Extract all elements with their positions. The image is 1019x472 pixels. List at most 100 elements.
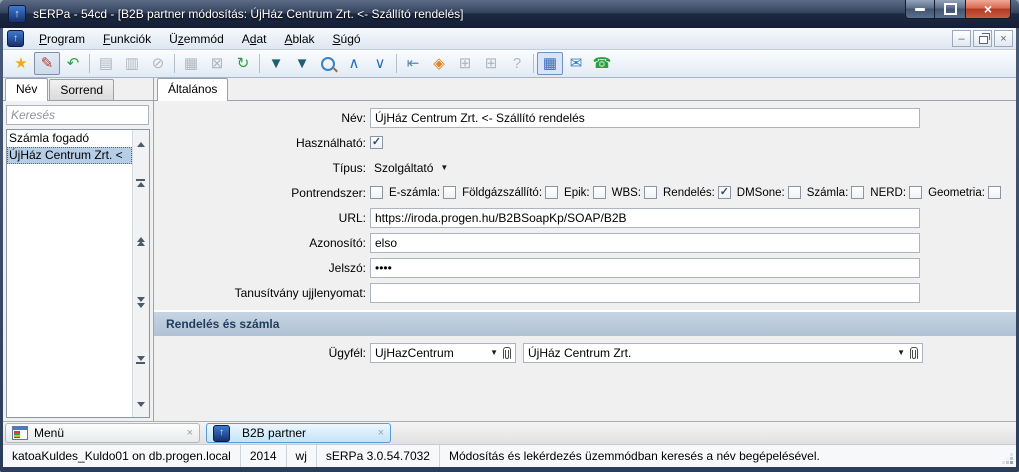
mdi-close-button[interactable]: × [994, 30, 1013, 47]
bottom-tab-menu[interactable]: Menü × [5, 423, 200, 443]
list-item[interactable]: ÚjHáz Centrum Zrt. < [7, 147, 132, 164]
status-version: sERPa 3.0.54.7032 [317, 445, 440, 467]
list-item[interactable]: Számla fogadó [7, 130, 132, 147]
checkbox-label: WBS: [611, 186, 641, 199]
statusbar: katoaKuldes_Kuldo01 on db.progen.local 2… [3, 444, 1016, 467]
checkbox-epik[interactable] [592, 186, 606, 199]
edit-icon[interactable]: ✎ [34, 52, 60, 75]
scroll-page-down-icon[interactable] [134, 296, 147, 309]
menu-item-ablak[interactable]: Ablak [275, 30, 323, 48]
close-button[interactable]: × [965, 0, 1011, 19]
navigate-back-icon[interactable]: ⇤ [400, 52, 426, 75]
checkbox-wbs[interactable] [644, 186, 657, 199]
calculator-icon[interactable]: ▦ [537, 52, 563, 75]
status-connection: katoaKuldes_Kuldo01 on db.progen.local [3, 445, 241, 467]
new-icon[interactable]: ★ [8, 52, 34, 75]
tipus-label: Típus: [332, 160, 366, 175]
left-panel: Név Sorrend Számla fogadóÚjHáz Centrum Z… [3, 78, 154, 421]
checkbox-label: E-számla: [389, 186, 441, 199]
ugyfel-code-dropdown[interactable]: UjHazCentrum ▼ [370, 342, 516, 363]
menu-window-icon [12, 426, 28, 440]
prev-window-icon: ⊞ [458, 55, 472, 72]
checkbox-számla[interactable] [851, 186, 865, 199]
checkbox-e-számla[interactable] [443, 186, 457, 199]
undo-icon[interactable]: ↶ [60, 52, 86, 75]
resize-grip[interactable] [1010, 461, 1013, 464]
menu-item-adat[interactable]: Adat [233, 30, 276, 48]
main-panel-tabs: Általános [154, 78, 1016, 101]
journal-icon: ▥ [124, 55, 140, 72]
partner-listbox[interactable]: Számla fogadó ÚjHáz Centrum Zrt. < [6, 129, 150, 418]
chevron-down-icon[interactable]: ∨ [367, 52, 393, 75]
restore-button[interactable] [935, 0, 965, 19]
mdi-minimize-button[interactable]: – [952, 30, 971, 47]
filter-icon[interactable]: ▼ [263, 52, 289, 75]
close-icon: × [983, 1, 993, 17]
hasznalhato-checkbox[interactable]: ✓ [370, 136, 383, 149]
toolbar-separator [533, 54, 534, 73]
toolbar: ★ ✎ ↶ ▤ ▥ ⊘ ▦ ⊠ ↻ ▼ ▼ ∧ ∨ ⇤ ◈ ⊞ ⊞? ▦ ✉ ☎ [3, 50, 1016, 78]
tipus-dropdown[interactable]: Szolgáltató ▼ [370, 159, 452, 177]
close-tab-icon[interactable]: × [378, 427, 384, 439]
azonosito-input[interactable] [370, 232, 920, 253]
ugyfel-name-dropdown[interactable]: ÚjHáz Centrum Zrt. ▼ [523, 342, 923, 363]
print-icon: ▤ [98, 55, 114, 72]
checkbox-geometria[interactable] [987, 186, 1001, 199]
logo-arrow-glyph: ↑ [13, 32, 18, 44]
checkbox-rendelés[interactable]: ✓ [717, 186, 731, 199]
tab-sorrend[interactable]: Sorrend [49, 79, 115, 100]
attachment-icon: ⊘ [151, 55, 165, 72]
window-title: sERPa - 54cd - [B2B partner módosítás: Ú… [33, 7, 464, 21]
section-header: Rendelés és számla [154, 310, 1016, 336]
menu-item-program[interactable]: Program [30, 30, 94, 48]
jelszo-input[interactable] [370, 257, 920, 278]
refresh-icon[interactable]: ↻ [230, 52, 256, 75]
url-input[interactable] [370, 207, 920, 228]
minimize-button[interactable] [905, 0, 935, 19]
main-panel: Általános Név: Használható: ✓ Típus: [154, 78, 1016, 421]
mdi-restore-icon [979, 32, 990, 44]
checkbox-pontrendszer[interactable] [370, 186, 383, 199]
checkbox-label: Geometria: [928, 186, 985, 199]
url-row: URL: [154, 205, 1016, 230]
list-scrollbar[interactable] [132, 130, 149, 417]
compose-icon[interactable]: ◈ [426, 52, 452, 75]
tab-nev[interactable]: Név [5, 78, 49, 101]
nev-label: Név: [341, 110, 366, 125]
scroll-down-icon[interactable] [134, 398, 147, 411]
menu-item-sugo[interactable]: Súgó [324, 30, 370, 48]
search-input[interactable] [6, 105, 149, 125]
nev-input[interactable] [370, 107, 920, 128]
checkbox-dmsone[interactable] [787, 186, 801, 199]
logo-arrow-glyph: ↑ [219, 427, 224, 438]
checkbox-label: NERD: [870, 186, 907, 199]
jelszo-label: Jelszó: [328, 260, 366, 275]
tanusitvany-row: Tanusítvány ujjlenyomat: [154, 280, 1016, 305]
bottom-tab-b2b-partner[interactable]: ↑ B2B partner × [206, 423, 391, 443]
mdi-restore-button[interactable] [973, 30, 992, 47]
mdi-close-icon: × [1000, 32, 1007, 45]
close-tab-icon[interactable]: × [187, 427, 193, 439]
search-icon[interactable] [315, 52, 341, 75]
menu-item-uzemmod[interactable]: Üzemmód [160, 30, 233, 48]
checkbox-földgázszállító[interactable] [545, 186, 559, 199]
tab-altalanos[interactable]: Általános [157, 78, 229, 101]
paperclip-icon[interactable] [503, 346, 511, 359]
checkbox-nerd[interactable] [909, 186, 923, 199]
paperclip-icon[interactable] [910, 346, 918, 359]
scroll-to-top-icon[interactable] [134, 176, 147, 189]
chevron-up-icon[interactable]: ∧ [341, 52, 367, 75]
partner-list: Számla fogadó ÚjHáz Centrum Zrt. < [7, 130, 149, 164]
cancel-save-icon: ⊠ [210, 55, 224, 72]
scroll-page-up-icon[interactable] [134, 235, 147, 248]
chevron-down-icon: ▼ [897, 347, 905, 357]
scroll-up-icon[interactable] [134, 138, 147, 151]
phone-icon[interactable]: ☎ [589, 52, 615, 75]
menu-item-funkciok[interactable]: Funkciók [94, 30, 160, 48]
toolbar-separator [259, 54, 260, 73]
filter-form-icon[interactable]: ▼ [289, 52, 315, 75]
scroll-to-bottom-icon[interactable] [134, 354, 147, 367]
menu-items: Program Funkciók Üzemmód Adat Ablak Súgó [30, 30, 370, 48]
tanusitvany-input[interactable] [370, 282, 920, 303]
email-icon[interactable]: ✉ [563, 52, 589, 75]
